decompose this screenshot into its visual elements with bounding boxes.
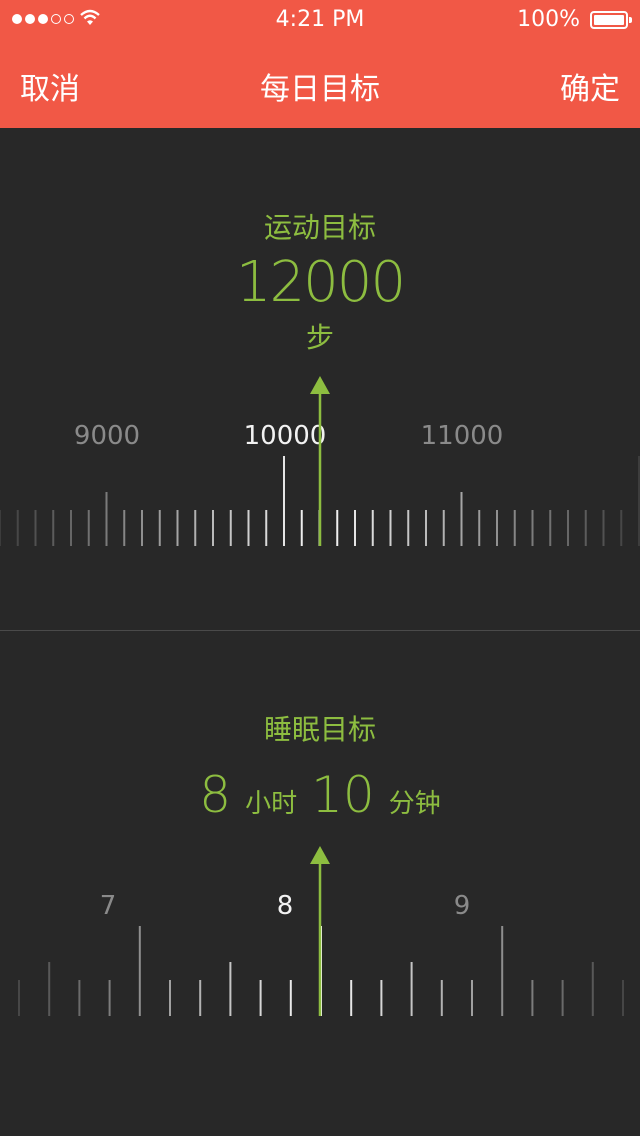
section-divider (0, 630, 640, 631)
indicator-arrow-icon (310, 376, 330, 394)
confirm-button[interactable]: 确定 (560, 64, 620, 108)
ruler-label: 7 (100, 891, 117, 921)
sleep-goal-value: 8 小时 10 分钟 (0, 766, 640, 824)
sleep-minutes: 10 (311, 766, 375, 824)
ruler-label: 8 (277, 891, 294, 921)
steps-goal-unit: 步 (305, 321, 334, 354)
ruler-label: 9 (454, 891, 471, 921)
battery-percent: 100% (517, 7, 580, 32)
sleep-minutes-unit: 分钟 (388, 789, 441, 819)
steps-ruler[interactable]: 9000 10000 11000 (0, 370, 640, 560)
steps-goal-title: 运动目标 (263, 211, 376, 244)
status-bar: 4:21 PM 100% (0, 0, 640, 40)
sleep-goal-title: 睡眠目标 (263, 713, 376, 746)
ruler-label: 9000 (74, 421, 140, 451)
steps-goal-value: 12000 (235, 250, 406, 315)
battery-icon (590, 11, 632, 29)
sleep-hours: 8 (199, 766, 232, 824)
page-title: 每日目标 (260, 72, 380, 107)
navigation-bar: 4:21 PM 100% 取消 每日目标 确定 (0, 0, 640, 128)
indicator-arrow-icon (310, 846, 330, 864)
ruler-label: 10000 (244, 421, 327, 451)
sleep-ruler[interactable]: 7 8 9 (0, 840, 640, 1030)
ruler-label: 11000 (421, 421, 504, 451)
sleep-hours-unit: 小时 (245, 789, 298, 819)
